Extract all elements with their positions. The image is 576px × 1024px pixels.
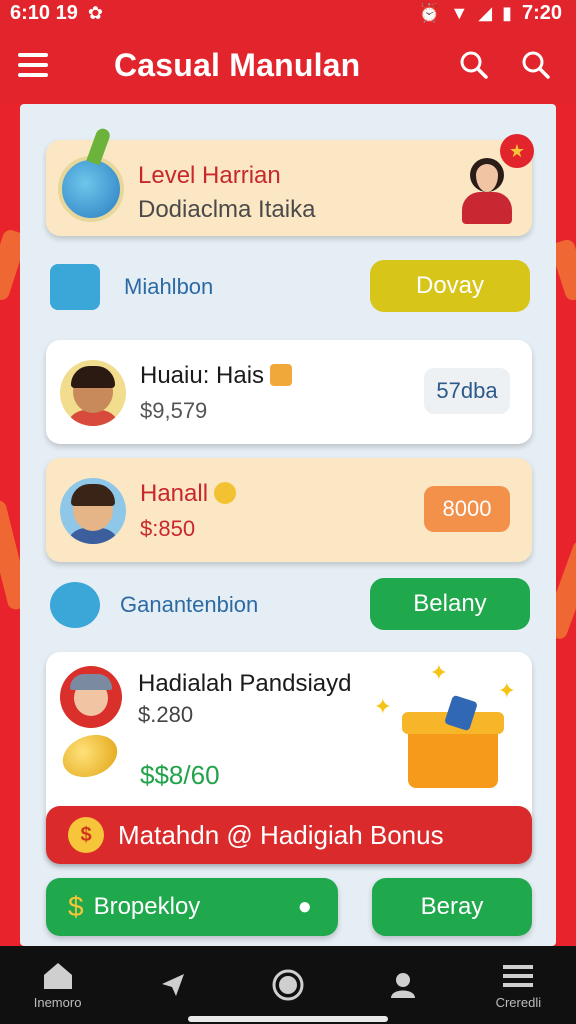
coin-icon: [56, 727, 124, 785]
level-card[interactable]: Level Harrian Dodiaclma Itaika ★: [46, 126, 534, 236]
hamburger-menu-icon[interactable]: [18, 45, 58, 85]
avatar: [60, 478, 126, 544]
signal-icon: ◢: [478, 2, 493, 23]
player-amount-text: $:850: [140, 516, 196, 541]
section-2-button[interactable]: Belany: [370, 578, 530, 630]
gift-box-icon: [398, 694, 508, 794]
bottom-left-button[interactable]: $ Bropekloy ●: [46, 878, 338, 936]
status-time-left: 6:10 19: [10, 1, 78, 24]
sparkle-icon: ✦: [373, 694, 392, 719]
nav-menu-label: Creredli: [495, 994, 542, 1010]
home-indicator: [188, 1016, 388, 1022]
score-pill[interactable]: 57dba: [424, 368, 510, 414]
status-bar: 6:10 19 ✿ ⏰ ▼ ◢ ▮ 7:20: [0, 0, 576, 26]
user-icon: ●: [297, 893, 313, 920]
search-icon[interactable]: [452, 43, 496, 87]
section-label-1: Miahlbon: [124, 274, 214, 299]
nav-menu[interactable]: Creredli: [468, 961, 568, 1010]
chat-icon: [50, 264, 100, 310]
notification-icon: ✿: [87, 2, 103, 23]
player-card-2[interactable]: Hanall $:850 8000: [46, 458, 532, 562]
send-icon: [161, 974, 184, 996]
dollar-icon: $: [68, 891, 84, 922]
bonus-total: $$8/60: [140, 760, 220, 790]
bonus-banner[interactable]: $ Matahdn @ Hadigiah Bonus: [46, 806, 532, 864]
avatar: [60, 666, 122, 728]
sparkle-icon: ✦: [497, 678, 516, 703]
profile-icon: [391, 973, 416, 998]
coin-icon: [214, 482, 237, 504]
player-name-text: Hanall: [140, 480, 209, 507]
avatar: [60, 360, 126, 426]
nav-center[interactable]: [238, 967, 338, 1003]
bottom-nav-bar: Inemoro Creredli: [0, 946, 576, 1024]
level-title: Level Harrian: [138, 162, 281, 189]
player-name-text: Huaiu: Hais: [140, 362, 265, 389]
globe-icon: [58, 156, 124, 222]
nav-home-label: Inemoro: [33, 994, 82, 1010]
alarm-icon: ⏰: [417, 2, 441, 23]
bonus-line: $.280: [138, 702, 193, 728]
coin-icon: $: [68, 817, 104, 853]
section-label-2: Ganantenbion: [120, 592, 259, 617]
player-amount-text: $9,579: [140, 398, 208, 423]
section-row-1: Miahlbon Dovay: [50, 260, 530, 314]
nav-home[interactable]: Inemoro: [8, 961, 108, 1010]
player-name: Huaiu: Hais: [140, 362, 293, 390]
bottom-left-label: Bropekloy: [93, 893, 201, 920]
player-card-1[interactable]: Huaiu: Hais $9,579 57dba: [46, 340, 532, 444]
wifi-icon: ▼: [450, 2, 469, 23]
chat-bubble-icon: [50, 582, 100, 628]
banner-text: Matahdn @ Hadigiah Bonus: [118, 819, 444, 850]
bonus-line-text: $.280: [138, 702, 194, 727]
player-name: Hanall: [140, 480, 237, 508]
player-amount: $:850: [140, 516, 195, 542]
main-panel: Level Harrian Dodiaclma Itaika ★ Miahlbo…: [20, 104, 556, 946]
section-row-2: Ganantenbion Belany: [50, 578, 530, 632]
score-pill[interactable]: 8000: [424, 486, 510, 532]
nav-profile[interactable]: [353, 970, 453, 1000]
status-time-right: 7:20: [521, 1, 562, 24]
battery-icon: ▮: [502, 2, 512, 23]
menu-icon: [503, 964, 534, 987]
search-icon-secondary[interactable]: [514, 43, 558, 87]
player-amount: $9,579: [140, 398, 207, 424]
section-1-button[interactable]: Dovay: [370, 260, 530, 312]
nav-send[interactable]: [123, 970, 223, 1000]
app-bar: Casual Manulan: [0, 26, 576, 104]
bottom-right-button[interactable]: Beray: [372, 878, 532, 936]
level-subtitle: Dodiaclma Itaika: [138, 196, 316, 223]
app-title: Casual Manulan: [114, 46, 361, 83]
circle-icon: [272, 969, 304, 1001]
star-badge-icon: ★: [500, 134, 534, 168]
home-icon: [43, 962, 72, 989]
bonus-title: Hadialah Pandsiayd: [138, 670, 352, 697]
sparkle-icon: ✦: [429, 660, 448, 685]
leaf-icon: [86, 126, 112, 166]
image-icon: [270, 364, 293, 386]
